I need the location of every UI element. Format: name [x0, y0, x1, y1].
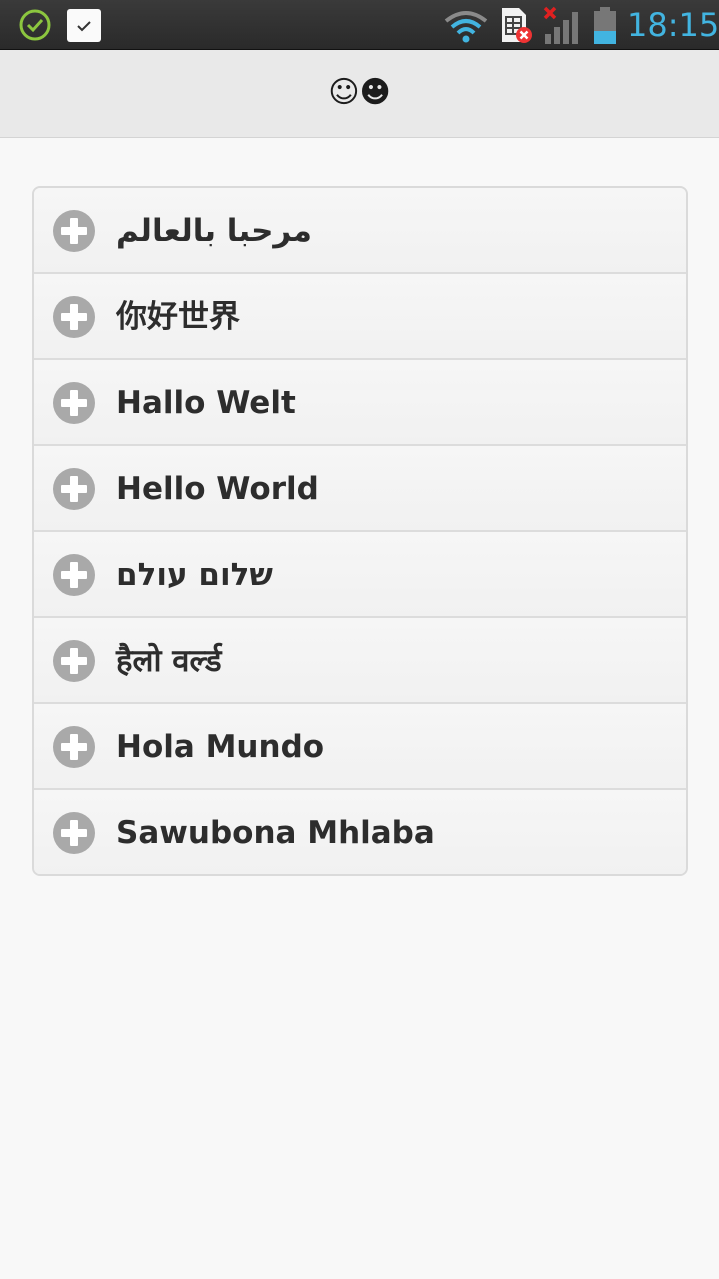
list-item-label: Hello World	[116, 471, 319, 507]
list-item[interactable]: שלום עולם	[34, 532, 686, 618]
battery-icon	[592, 6, 618, 50]
check-circle-icon	[18, 8, 52, 46]
list-item-label: Hola Mundo	[116, 729, 325, 765]
plus-circle-icon[interactable]	[52, 725, 96, 769]
greeting-list: مرحبا بالعالم 你好世界 Hallo Welt Hello World של…	[32, 186, 688, 876]
sim-error-icon	[499, 6, 533, 48]
plus-circle-icon[interactable]	[52, 553, 96, 597]
list-item[interactable]: Hola Mundo	[34, 704, 686, 790]
list-item[interactable]: हैलो वर्ल्ड	[34, 618, 686, 704]
plus-circle-icon[interactable]	[52, 811, 96, 855]
list-item-label: 你好世界	[116, 299, 240, 335]
list-item-label: مرحبا بالعالم	[116, 213, 312, 249]
status-bar: 18:15	[0, 0, 719, 50]
list-item-label: שלום עולם	[116, 557, 273, 593]
plus-circle-icon[interactable]	[52, 381, 96, 425]
list-item[interactable]: 你好世界	[34, 274, 686, 360]
plus-circle-icon[interactable]	[52, 639, 96, 683]
action-bar: ☺☻	[0, 50, 719, 138]
list-item[interactable]: Hello World	[34, 446, 686, 532]
page-title: ☺☻	[328, 75, 391, 110]
wifi-icon	[443, 9, 489, 47]
task-check-icon	[67, 9, 101, 42]
list-item-label: Hallo Welt	[116, 385, 296, 421]
clock-time: 18:15	[627, 6, 719, 44]
list-item[interactable]: مرحبا بالعالم	[34, 188, 686, 274]
list-item[interactable]: Sawubona Mhlaba	[34, 790, 686, 874]
list-item-label: हैलो वर्ल्ड	[116, 643, 222, 679]
list-item-label: Sawubona Mhlaba	[116, 815, 435, 851]
signal-off-icon	[543, 6, 585, 50]
plus-circle-icon[interactable]	[52, 209, 96, 253]
list-item[interactable]: Hallo Welt	[34, 360, 686, 446]
plus-circle-icon[interactable]	[52, 467, 96, 511]
plus-circle-icon[interactable]	[52, 295, 96, 339]
